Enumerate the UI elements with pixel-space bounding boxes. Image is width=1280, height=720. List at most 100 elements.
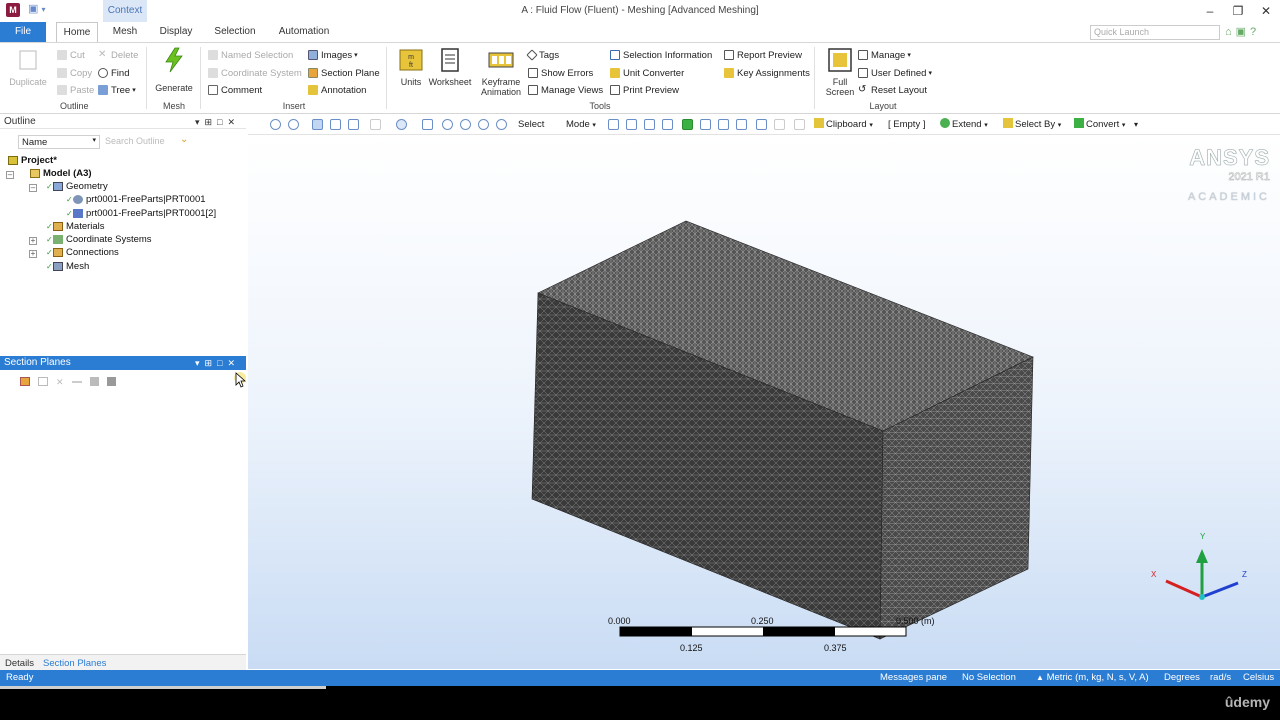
iso-view-icon[interactable] bbox=[312, 119, 323, 130]
view-icon[interactable] bbox=[330, 119, 341, 130]
pin-icon[interactable]: ⊞ bbox=[204, 117, 217, 127]
paste-button[interactable]: Paste bbox=[57, 83, 94, 97]
selection-information-button[interactable]: Selection Information bbox=[610, 48, 712, 62]
tree-item-geometry[interactable]: ✓ Geometry bbox=[46, 180, 108, 192]
select-vertex-icon[interactable] bbox=[608, 119, 619, 130]
view-disabled-icon[interactable] bbox=[370, 119, 381, 130]
pan-icon[interactable] bbox=[422, 119, 433, 130]
generate-button[interactable]: Generate bbox=[150, 47, 198, 93]
tab-home[interactable]: Home bbox=[56, 22, 98, 42]
clipboard-dropdown[interactable]: Clipboard ▾ bbox=[814, 118, 873, 132]
tree-item-materials[interactable]: ✓ Materials bbox=[46, 220, 105, 232]
toolbar-overflow-icon[interactable]: ▾ bbox=[1134, 118, 1138, 132]
tree-item-model[interactable]: Model (A3) bbox=[30, 167, 92, 179]
tree-button[interactable]: Tree ▾ bbox=[98, 83, 136, 97]
minimize-icon[interactable]: – bbox=[1196, 0, 1224, 22]
hide-plane-icon[interactable] bbox=[71, 381, 82, 383]
duplicate-button[interactable]: Duplicate bbox=[6, 47, 50, 87]
expand-icon[interactable]: + bbox=[29, 250, 37, 258]
restore-icon[interactable]: ❐ bbox=[1224, 0, 1252, 22]
graphics-viewport[interactable]: ANSYS 2021 R1 ACADEMIC 0.000 0.250 0.500… bbox=[248, 135, 1280, 669]
rotate-icon[interactable] bbox=[396, 119, 407, 130]
zoom-icon[interactable] bbox=[442, 119, 453, 130]
show-errors-button[interactable]: Show Errors bbox=[528, 66, 593, 80]
unit-system-selector[interactable]: ▲ Metric (m, kg, N, s, V, A) bbox=[1036, 672, 1149, 684]
zoom-in-icon[interactable] bbox=[270, 119, 281, 130]
tab-mesh[interactable]: Mesh bbox=[104, 22, 146, 42]
tree-item-part-2[interactable]: ✓ prt0001-FreeParts|PRT0001[2] bbox=[66, 207, 216, 219]
collapse-icon[interactable]: – bbox=[29, 184, 37, 192]
units-button[interactable]: m ft Units bbox=[392, 47, 430, 87]
coordinate-system-button[interactable]: Coordinate System bbox=[208, 66, 302, 80]
close-icon[interactable]: ✕ bbox=[227, 358, 240, 368]
delete-button[interactable]: ✕ Delete bbox=[98, 48, 138, 62]
temperature-unit[interactable]: Celsius bbox=[1243, 672, 1274, 684]
tree-item-connections[interactable]: ✓ Connections bbox=[46, 246, 119, 258]
maximize-icon[interactable]: □ bbox=[217, 358, 227, 368]
help-icons[interactable]: ⌂▣? bbox=[1225, 25, 1260, 38]
tab-automation[interactable]: Automation bbox=[270, 22, 338, 42]
cap-icon[interactable] bbox=[106, 377, 116, 386]
select-face-icon[interactable] bbox=[644, 119, 655, 130]
angular-velocity-unit[interactable]: rad/s bbox=[1210, 672, 1231, 684]
meshed-box-model[interactable] bbox=[248, 135, 1280, 669]
quick-launch-input[interactable]: Quick Launch bbox=[1090, 25, 1220, 40]
find-button[interactable]: Find bbox=[98, 66, 129, 80]
worksheet-button[interactable]: Worksheet bbox=[426, 47, 474, 87]
close-icon[interactable]: ✕ bbox=[1252, 0, 1280, 22]
select-by-dropdown[interactable]: Select By ▾ bbox=[1003, 118, 1061, 132]
expand-icon[interactable]: + bbox=[29, 237, 37, 245]
images-button[interactable]: Images ▾ bbox=[308, 48, 358, 62]
select-edge-icon[interactable] bbox=[626, 119, 637, 130]
tree-item-project[interactable]: Project* bbox=[8, 154, 57, 166]
box-zoom-icon[interactable] bbox=[460, 119, 471, 130]
select-mesh-disabled-icon[interactable] bbox=[774, 119, 785, 130]
report-preview-button[interactable]: Report Preview bbox=[724, 48, 802, 62]
tab-selection[interactable]: Selection bbox=[208, 22, 262, 42]
filter-options-icon[interactable]: ⌄ bbox=[180, 134, 188, 145]
pin-icon[interactable]: ⊞ bbox=[204, 358, 217, 368]
select-element-face-icon[interactable] bbox=[700, 119, 711, 130]
maximize-icon[interactable]: □ bbox=[217, 117, 227, 127]
comment-button[interactable]: Comment bbox=[208, 83, 262, 97]
tree-item-part-1[interactable]: ✓ prt0001-FreeParts|PRT0001 bbox=[66, 193, 206, 205]
select-mesh-faces-icon[interactable] bbox=[756, 119, 767, 130]
delete-section-plane-icon[interactable]: ✕ bbox=[56, 377, 64, 388]
section-plane-button[interactable]: Section Plane bbox=[308, 66, 380, 80]
new-section-plane-icon[interactable] bbox=[20, 377, 30, 386]
close-icon[interactable]: ✕ bbox=[227, 117, 240, 127]
tab-display[interactable]: Display bbox=[152, 22, 200, 42]
magnifier-icon[interactable] bbox=[496, 119, 507, 130]
named-selection-button[interactable]: Named Selection bbox=[208, 48, 293, 62]
show-whole-elements-icon[interactable] bbox=[89, 377, 99, 386]
video-progress-bar[interactable] bbox=[0, 686, 326, 689]
tags-button[interactable]: Tags bbox=[526, 48, 559, 62]
tab-file[interactable]: File bbox=[0, 22, 46, 42]
unit-converter-button[interactable]: Unit Converter bbox=[610, 66, 684, 80]
full-screen-button[interactable]: Full Screen bbox=[820, 47, 860, 97]
tab-section-planes[interactable]: Section Planes bbox=[40, 657, 109, 670]
messages-pane-button[interactable]: Messages pane bbox=[880, 672, 947, 684]
key-assignments-button[interactable]: Key Assignments bbox=[724, 66, 810, 80]
cut-button[interactable]: Cut bbox=[57, 48, 85, 62]
select-button[interactable]: Select bbox=[518, 118, 544, 132]
outline-filter-select[interactable]: Name ▾ bbox=[18, 135, 100, 149]
context-tab[interactable]: Context bbox=[103, 0, 147, 22]
collapse-icon[interactable]: – bbox=[6, 171, 14, 179]
manage-layout-button[interactable]: Manage ▾ bbox=[858, 48, 911, 62]
mode-dropdown[interactable]: Mode ▾ bbox=[566, 118, 596, 132]
angle-unit[interactable]: Degrees bbox=[1164, 672, 1200, 684]
zoom-to-fit-icon[interactable] bbox=[478, 119, 489, 130]
select-mesh-icon[interactable] bbox=[736, 119, 747, 130]
convert-dropdown[interactable]: Convert ▾ bbox=[1074, 118, 1125, 132]
view-orient-icon[interactable] bbox=[348, 119, 359, 130]
tree-item-coordinate-systems[interactable]: ✓ Coordinate Systems bbox=[46, 233, 152, 245]
select-body-icon[interactable] bbox=[662, 119, 673, 130]
tab-details[interactable]: Details bbox=[2, 657, 37, 670]
keyframe-animation-button[interactable]: Keyframe Animation bbox=[476, 47, 526, 97]
user-defined-button[interactable]: User Defined ▾ bbox=[858, 66, 932, 80]
extend-dropdown[interactable]: Extend ▾ bbox=[940, 118, 988, 132]
manage-views-button[interactable]: Manage Views bbox=[528, 83, 603, 97]
annotation-button[interactable]: Annotation bbox=[308, 83, 366, 97]
select-element-icon[interactable] bbox=[718, 119, 729, 130]
